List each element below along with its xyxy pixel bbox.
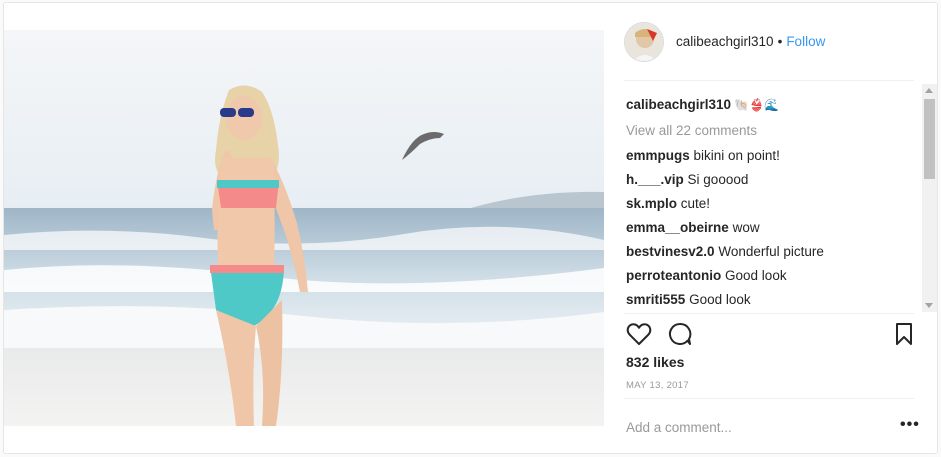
comment-username[interactable]: emmpugs bbox=[626, 148, 690, 163]
scroll-down-arrow-icon[interactable] bbox=[925, 303, 933, 308]
comment-username[interactable]: emma__obeirne bbox=[626, 220, 729, 235]
add-comment-section: ••• bbox=[624, 398, 919, 453]
comment-username[interactable]: bestvinesv2.0 bbox=[626, 244, 715, 259]
comment-item: sk.mplo cute! bbox=[626, 192, 914, 216]
likes-count[interactable]: 832 likes bbox=[626, 354, 684, 370]
scroll-up-arrow-icon[interactable] bbox=[925, 88, 933, 93]
post-header: calibeachgirl310 • Follow bbox=[624, 3, 914, 81]
view-all-comments-link[interactable]: View all 22 comments bbox=[626, 118, 914, 144]
heart-icon[interactable] bbox=[626, 322, 652, 349]
caption-username[interactable]: calibeachgirl310 bbox=[626, 97, 731, 112]
comment-text: Good look bbox=[725, 268, 787, 283]
bookmark-icon[interactable] bbox=[894, 322, 914, 349]
comment-text: Good look bbox=[689, 292, 751, 307]
comment-username[interactable]: smriti555 bbox=[626, 292, 685, 307]
comment-username[interactable]: h.___.vip bbox=[626, 172, 684, 187]
comment-item: smriti555 Good look bbox=[626, 288, 914, 310]
scrollbar-thumb[interactable] bbox=[924, 99, 935, 179]
post-date: MAY 13, 2017 bbox=[626, 380, 689, 391]
comments-list[interactable]: calibeachgirl310 🐚👙🌊 View all 22 comments… bbox=[626, 92, 914, 310]
comment-item: perroteantonio Good look bbox=[626, 264, 914, 288]
beach-photo-image bbox=[4, 30, 604, 426]
comment-bubble-icon[interactable] bbox=[668, 322, 692, 349]
separator-dot: • bbox=[777, 34, 783, 49]
comment-text: bikini on point! bbox=[693, 148, 780, 163]
comment-text: wow bbox=[732, 220, 760, 235]
comment-username[interactable]: perroteantonio bbox=[626, 268, 721, 283]
comment-text: cute! bbox=[680, 196, 711, 211]
post-author-username[interactable]: calibeachgirl310 bbox=[676, 34, 774, 49]
comment-item: emma__obeirne wow bbox=[626, 216, 914, 240]
avatar[interactable] bbox=[624, 21, 664, 62]
action-bar bbox=[624, 313, 914, 355]
instagram-post: calibeachgirl310 • Follow calibeachgirl3… bbox=[3, 2, 938, 454]
comment-item: emmpugs bikini on point! bbox=[626, 144, 914, 168]
caption-emoji: 🐚👙🌊 bbox=[734, 98, 779, 112]
post-sidebar: calibeachgirl310 • Follow calibeachgirl3… bbox=[604, 3, 937, 453]
comment-item: bestvinesv2.0 Wonderful picture bbox=[626, 240, 914, 264]
caption: calibeachgirl310 🐚👙🌊 bbox=[626, 92, 914, 118]
comments-scrollbar[interactable] bbox=[922, 84, 937, 312]
more-options-icon[interactable]: ••• bbox=[900, 417, 920, 433]
comment-text: Wonderful picture bbox=[718, 244, 824, 259]
add-comment-input[interactable] bbox=[626, 415, 876, 439]
post-photo[interactable] bbox=[4, 3, 604, 453]
follow-button[interactable]: Follow bbox=[786, 34, 825, 49]
comment-username[interactable]: sk.mplo bbox=[626, 196, 677, 211]
comment-text: Si gooood bbox=[687, 172, 749, 187]
comment-item: h.___.vip Si gooood bbox=[626, 168, 914, 192]
